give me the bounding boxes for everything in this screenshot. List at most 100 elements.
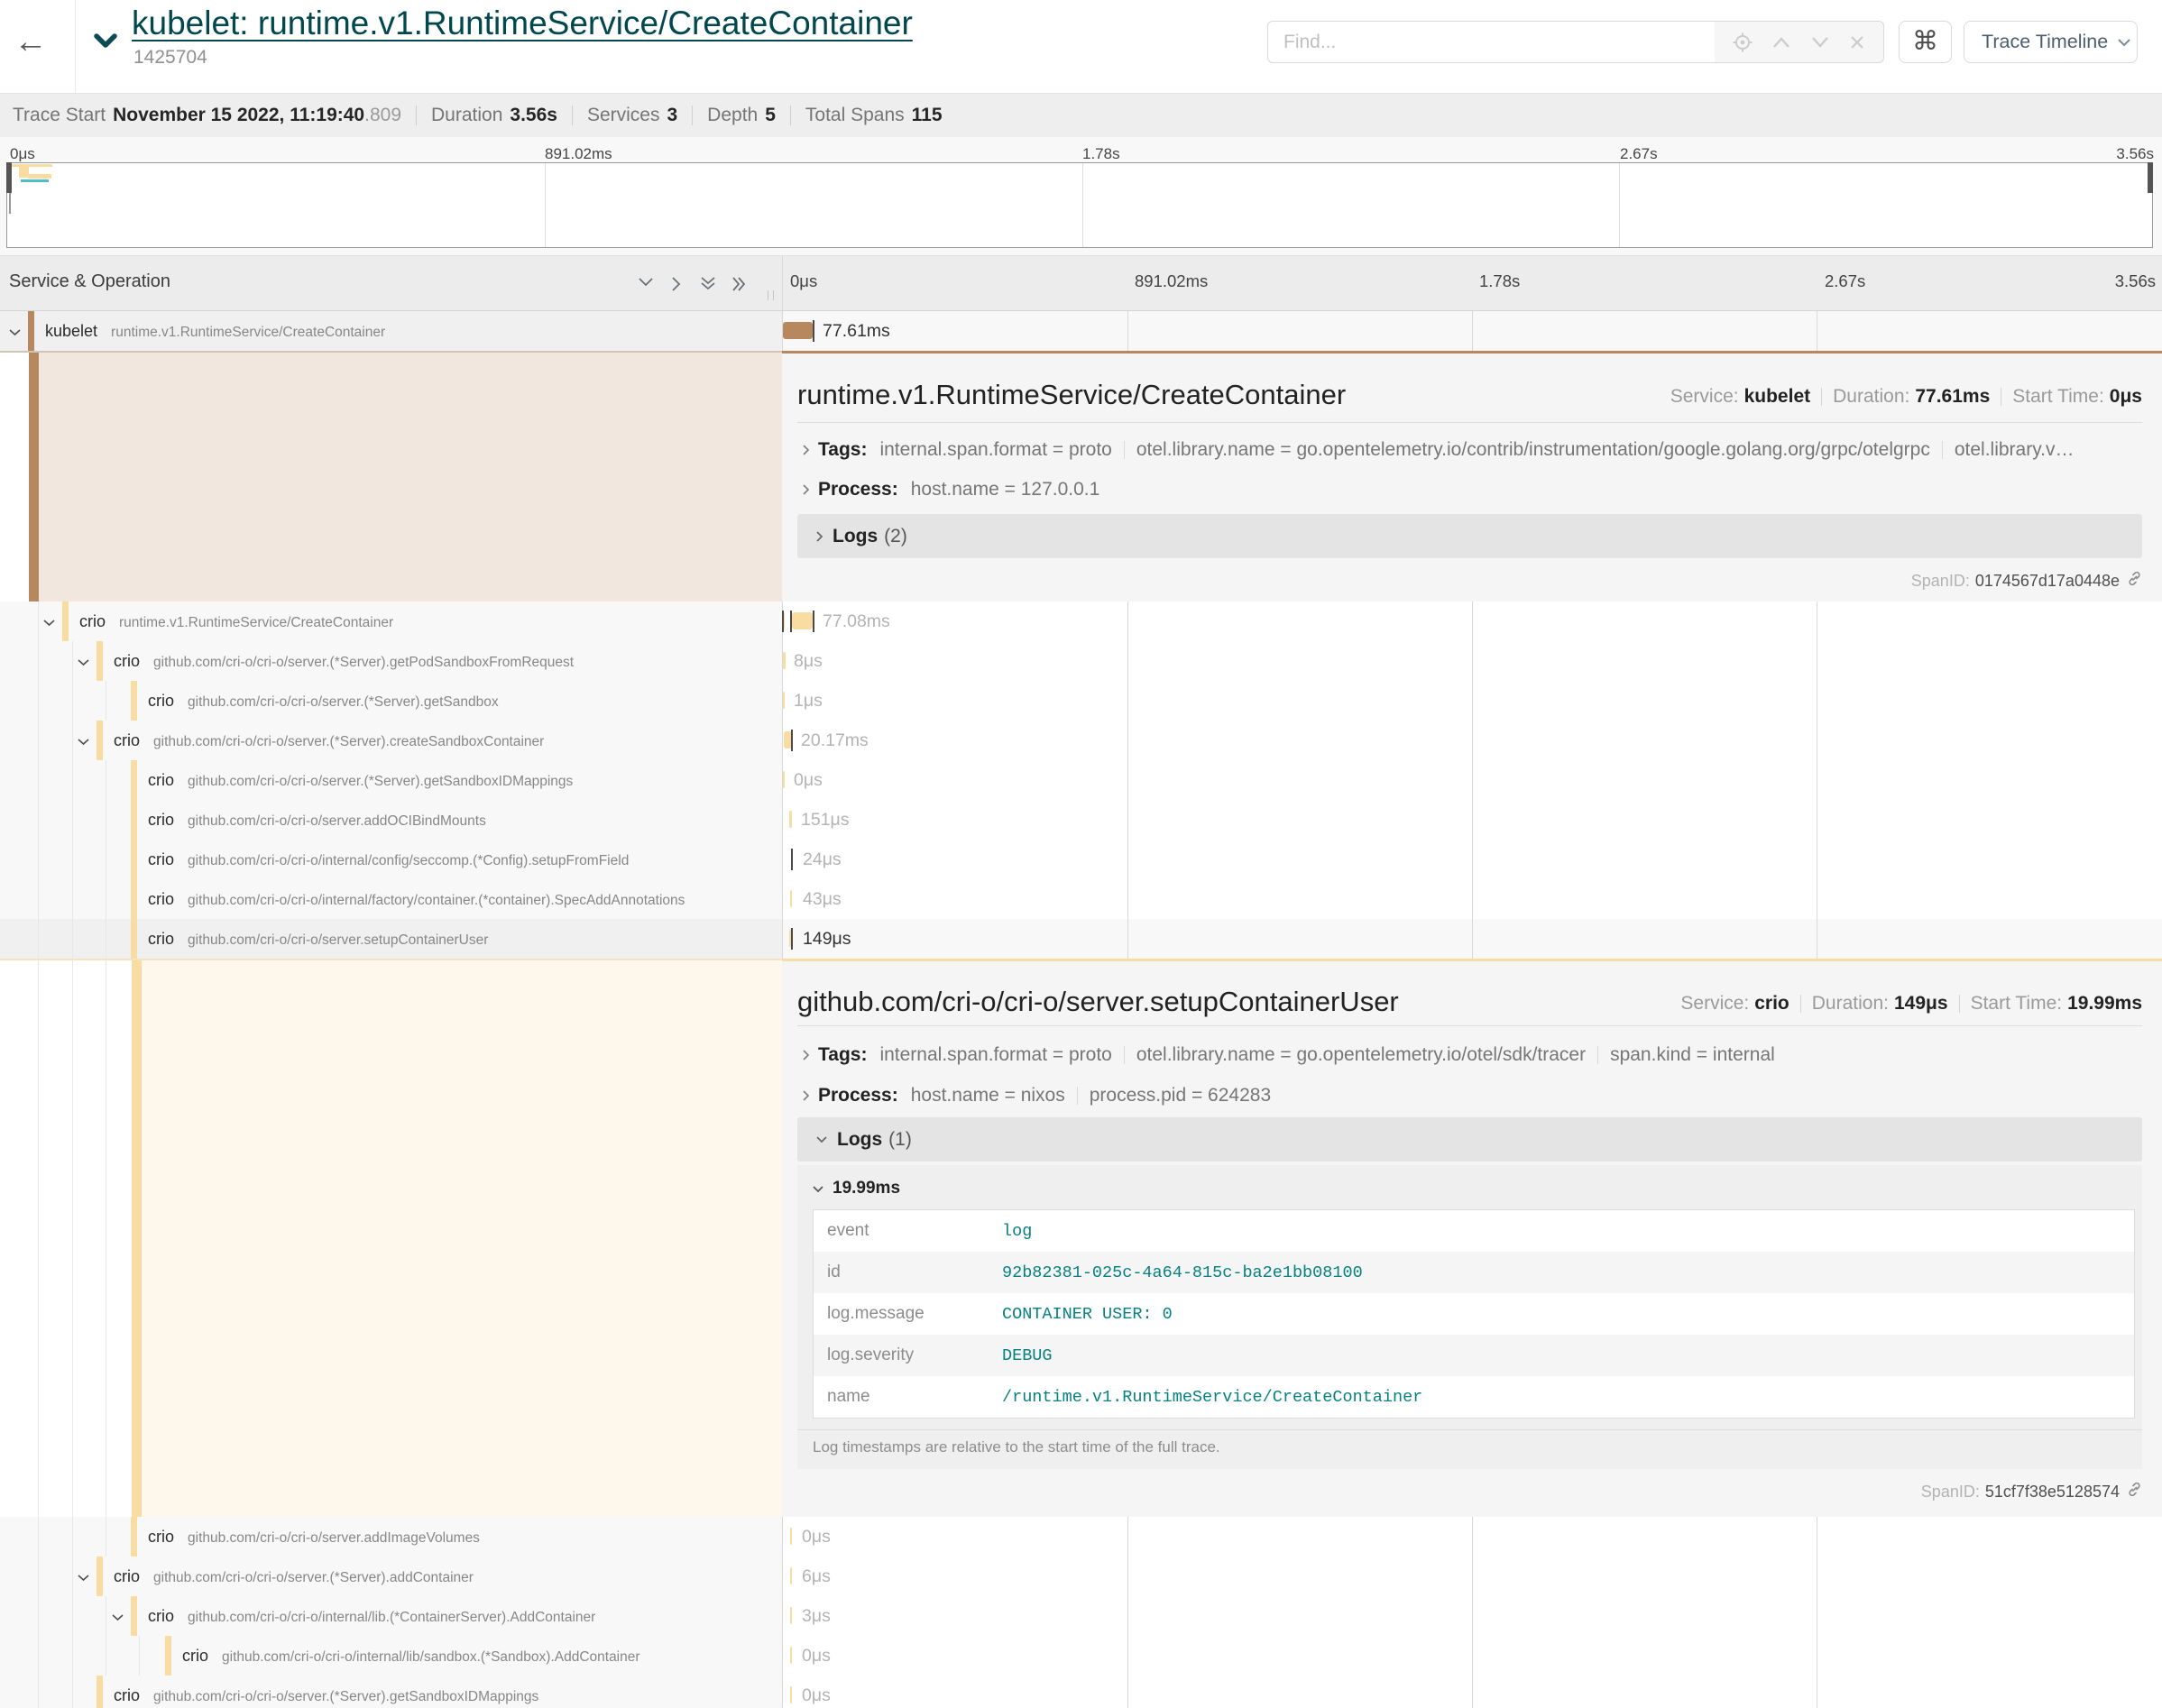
span-duration-bar[interactable] (790, 1567, 792, 1584)
collapse-all-icon[interactable] (700, 276, 716, 297)
span-operation-name: github.com/cri-o/cri-o/server.addImageVo… (188, 1530, 480, 1546)
back-button[interactable]: ← (13, 23, 49, 60)
span-duration-label: 8μs (794, 641, 823, 681)
chevron-right-icon[interactable] (802, 444, 810, 456)
span-name-cell[interactable]: criogithub.com/cri-o/cri-o/server.addIma… (0, 1517, 782, 1556)
span-name-cell[interactable]: criogithub.com/cri-o/cri-o/internal/conf… (0, 840, 782, 879)
span-duration-bar[interactable] (790, 1607, 792, 1624)
expand-all-icon[interactable] (731, 276, 748, 297)
span-name-cell[interactable]: criogithub.com/cri-o/cri-o/internal/lib.… (0, 1596, 782, 1636)
row-chevron-down-icon[interactable] (42, 615, 56, 631)
minimap-tick-label: 1.78s (1082, 145, 1120, 163)
span-duration-bar[interactable] (790, 890, 792, 907)
trace-start-label: Trace Start (13, 105, 106, 126)
span-row[interactable]: criogithub.com/cri-o/cri-o/server.(*Serv… (0, 721, 2162, 760)
span-row[interactable]: criogithub.com/cri-o/cri-o/server.(*Serv… (0, 641, 2162, 681)
span-row[interactable]: criogithub.com/cri-o/cri-o/server.setupC… (0, 919, 2162, 959)
column-resize-grip[interactable] (768, 290, 774, 300)
find-input[interactable]: Find... (1267, 21, 1716, 63)
span-name-cell[interactable]: criogithub.com/cri-o/cri-o/server.(*Serv… (0, 641, 782, 681)
span-row[interactable]: kubeletruntime.v1.RuntimeService/CreateC… (0, 311, 2162, 351)
chevron-right-icon[interactable] (802, 483, 810, 496)
span-service-name: crio (148, 771, 174, 789)
span-operation-name: github.com/cri-o/cri-o/server.(*Server).… (153, 655, 574, 670)
page-title-link[interactable]: kubelet: runtime.v1.RuntimeService/Creat… (132, 5, 913, 42)
top-header: ← kubelet: runtime.v1.RuntimeService/Cre… (0, 0, 2162, 94)
collapse-one-icon[interactable] (638, 276, 654, 292)
span-row[interactable]: criogithub.com/cri-o/cri-o/internal/conf… (0, 840, 2162, 879)
view-select-button[interactable]: Trace Timeline (1964, 21, 2138, 63)
chevron-right-icon[interactable] (802, 1049, 810, 1061)
span-duration-bar[interactable] (783, 771, 785, 788)
clear-search-icon[interactable] (1849, 34, 1865, 51)
span-name-cell[interactable]: criogithub.com/cri-o/cri-o/internal/lib/… (0, 1636, 782, 1676)
indent-guide (72, 919, 73, 959)
minimap-gridline (545, 163, 546, 247)
minimap-canvas[interactable] (6, 162, 2153, 248)
span-row[interactable]: criogithub.com/cri-o/cri-o/internal/lib/… (0, 1636, 2162, 1676)
span-detail-panel: runtime.v1.RuntimeService/CreateContaine… (782, 351, 2162, 601)
span-service-name: crio (148, 1607, 174, 1625)
minimap-right-scrubber[interactable] (2148, 162, 2153, 193)
prev-match-icon[interactable] (1771, 36, 1791, 49)
span-row[interactable]: criogithub.com/cri-o/cri-o/internal/fact… (0, 879, 2162, 919)
span-row[interactable]: criogithub.com/cri-o/cri-o/server.addOCI… (0, 800, 2162, 840)
span-name-cell[interactable]: criogithub.com/cri-o/cri-o/server.(*Serv… (0, 1556, 782, 1596)
span-color-bar (97, 641, 103, 681)
span-duration-bar[interactable] (790, 1528, 792, 1545)
keyboard-shortcuts-button[interactable]: ⌘ (1899, 21, 1952, 63)
span-duration-bar[interactable] (792, 612, 813, 629)
span-duration-bar[interactable] (790, 1647, 792, 1664)
span-duration-label: 0μs (802, 1517, 831, 1556)
span-operation-name: github.com/cri-o/cri-o/server.setupConta… (188, 932, 488, 948)
row-chevron-down-icon[interactable] (77, 1570, 90, 1586)
next-match-icon[interactable] (1810, 36, 1830, 49)
span-name-cell[interactable]: criogithub.com/cri-o/cri-o/internal/fact… (0, 879, 782, 919)
span-row[interactable]: criogithub.com/cri-o/cri-o/server.(*Serv… (0, 681, 2162, 721)
row-chevron-down-icon[interactable] (8, 325, 22, 341)
span-color-bar (131, 760, 137, 800)
trace-minimap[interactable]: 0μs891.02ms1.78s2.67s3.56s (0, 137, 2162, 255)
minimap-left-scrubber[interactable] (6, 162, 12, 193)
tags-label[interactable]: Tags: (818, 439, 867, 461)
span-duration-bar[interactable] (783, 692, 785, 709)
span-row[interactable]: criogithub.com/cri-o/cri-o/server.addIma… (0, 1517, 2162, 1556)
span-name-cell[interactable]: crioruntime.v1.RuntimeService/CreateCont… (0, 601, 782, 641)
span-log-tick (791, 730, 793, 751)
span-row[interactable]: criogithub.com/cri-o/cri-o/server.(*Serv… (0, 1556, 2162, 1596)
row-chevron-down-icon[interactable] (77, 734, 90, 750)
chevron-right-icon[interactable] (802, 1089, 810, 1102)
expand-one-icon[interactable] (671, 276, 682, 297)
logs-accordion[interactable]: Logs(1) (797, 1117, 2142, 1162)
log-entry-header[interactable]: 19.99ms (812, 1179, 900, 1198)
link-icon[interactable] (2120, 1482, 2142, 1501)
span-row[interactable]: crioruntime.v1.RuntimeService/CreateCont… (0, 601, 2162, 641)
logs-accordion[interactable]: Logs(2) (797, 514, 2142, 558)
span-row[interactable]: criogithub.com/cri-o/cri-o/server.(*Serv… (0, 1676, 2162, 1708)
locate-icon[interactable] (1733, 32, 1753, 52)
span-duration-label: 6μs (802, 1556, 831, 1596)
row-chevron-down-icon[interactable] (77, 655, 90, 671)
span-name-cell[interactable]: criogithub.com/cri-o/cri-o/server.(*Serv… (0, 721, 782, 760)
span-duration-bar[interactable] (789, 811, 792, 828)
span-name-cell[interactable]: criogithub.com/cri-o/cri-o/server.addOCI… (0, 800, 782, 840)
span-duration-bar[interactable] (783, 322, 813, 339)
span-name-cell[interactable]: criogithub.com/cri-o/cri-o/server.(*Serv… (0, 681, 782, 721)
span-name-cell[interactable]: kubeletruntime.v1.RuntimeService/CreateC… (0, 311, 782, 351)
row-chevron-down-icon[interactable] (111, 1610, 124, 1626)
tags-label[interactable]: Tags: (818, 1044, 867, 1066)
span-row[interactable]: criogithub.com/cri-o/cri-o/internal/lib.… (0, 1596, 2162, 1636)
trace-collapse-chevron-icon[interactable] (93, 32, 118, 54)
span-service-name: crio (79, 612, 106, 630)
link-icon[interactable] (2120, 571, 2142, 591)
span-detail-row: runtime.v1.RuntimeService/CreateContaine… (0, 351, 2162, 601)
indent-guide (38, 919, 39, 959)
span-name-cell[interactable]: criogithub.com/cri-o/cri-o/server.setupC… (0, 919, 782, 959)
span-duration-bar[interactable] (790, 1686, 792, 1703)
span-duration-bar[interactable] (783, 652, 786, 669)
span-name-cell[interactable]: criogithub.com/cri-o/cri-o/server.(*Serv… (0, 760, 782, 800)
span-row[interactable]: criogithub.com/cri-o/cri-o/server.(*Serv… (0, 760, 2162, 800)
process-label[interactable]: Process: (818, 479, 898, 500)
span-name-cell[interactable]: criogithub.com/cri-o/cri-o/server.(*Serv… (0, 1676, 782, 1708)
process-label[interactable]: Process: (818, 1085, 898, 1107)
